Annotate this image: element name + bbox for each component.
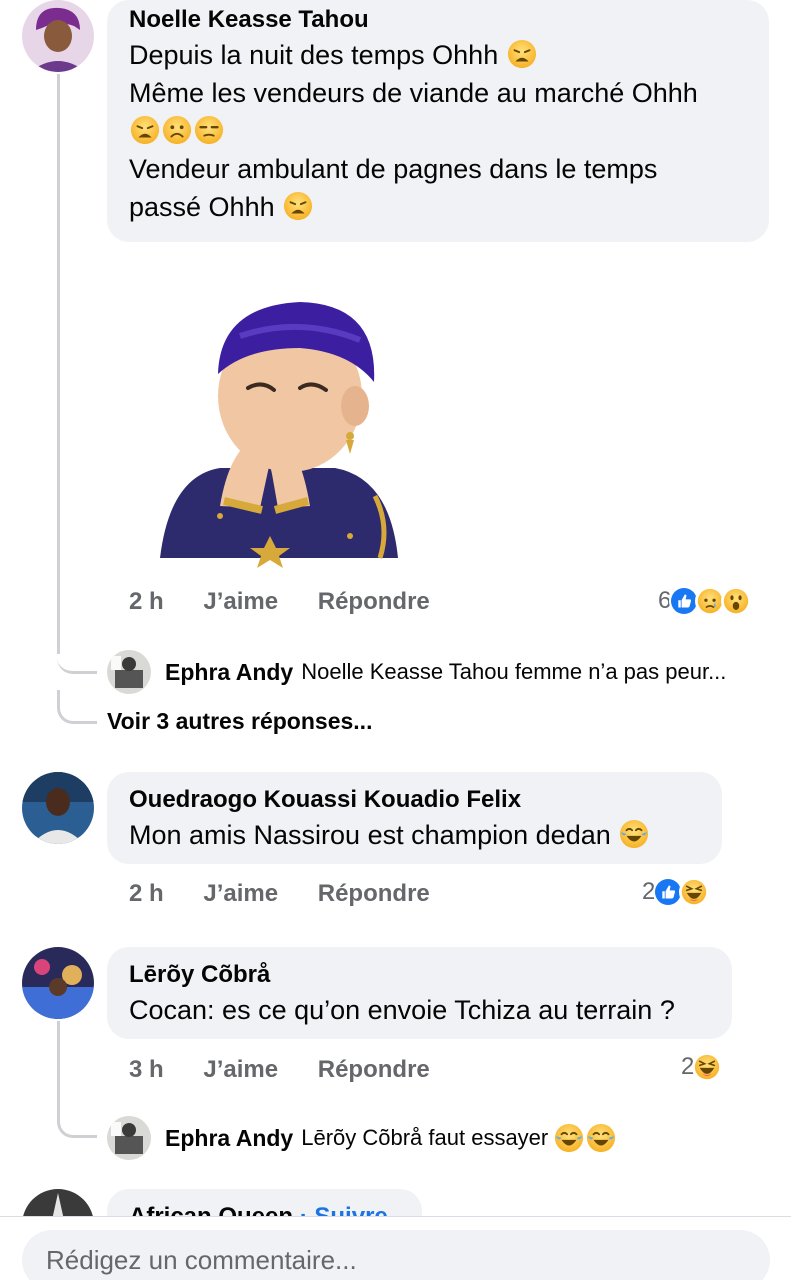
- like-button[interactable]: J’aime: [203, 588, 278, 615]
- thread-line: [57, 74, 60, 654]
- reply-connector: [57, 1104, 97, 1138]
- haha-reaction-icon: [679, 877, 710, 907]
- comment-line: Même les vendeurs de viande au marché Oh…: [129, 78, 698, 108]
- comment-bubble: Ouedraogo Kouassi Kouadio Felix Mon amis…: [107, 772, 722, 864]
- reply-connector: [57, 640, 97, 674]
- comment-actions: 2 h J’aime Répondre: [129, 588, 463, 616]
- reaction-summary[interactable]: 6: [658, 586, 752, 616]
- view-more-replies-link[interactable]: Voir 3 autres réponses...: [107, 708, 372, 735]
- reply-text: Lērõy Cõbrå faut essayer: [301, 1125, 549, 1150]
- avatar[interactable]: [22, 0, 94, 72]
- weary-face-icon: [130, 115, 160, 145]
- comment-line: Depuis la nuit des temps Ohhh: [129, 40, 499, 70]
- comment-author[interactable]: Noelle Keasse Tahou: [129, 4, 747, 36]
- reply-text: Noelle Keasse Tahou femme n’a pas peur..…: [301, 659, 727, 684]
- reply-author[interactable]: Ephra Andy: [165, 1125, 293, 1152]
- haha-reaction-icon: [692, 1052, 723, 1082]
- comment-actions: 2 h J’aime Répondre: [129, 880, 463, 908]
- comment-text: Mon amis Nassirou est champion dedan: [129, 816, 700, 854]
- avatar[interactable]: [107, 650, 151, 694]
- weary-face-icon: [507, 39, 537, 69]
- avatar[interactable]: [107, 1116, 151, 1160]
- reaction-summary[interactable]: 2: [681, 1052, 723, 1082]
- comment-bubble: Noelle Keasse Tahou Depuis la nuit des t…: [107, 0, 769, 242]
- tears-of-joy-icon: [619, 819, 649, 849]
- like-button[interactable]: J’aime: [203, 1056, 278, 1083]
- comment-line: passé Ohhh: [129, 192, 275, 222]
- reply-button[interactable]: Répondre: [318, 588, 430, 615]
- reply-preview[interactable]: Ephra Andy Lērõy Cõbrå faut essayer: [107, 1116, 617, 1160]
- comment-text: Cocan: es ce qu’on envoie Tchiza au terr…: [129, 995, 675, 1025]
- wow-reaction-icon: [721, 586, 752, 616]
- comment-text: Depuis la nuit des temps Ohhh Même les v…: [129, 36, 747, 226]
- laughing-avatar-sticker[interactable]: [150, 296, 405, 571]
- comment-time: 2 h: [129, 880, 164, 907]
- comment-actions: 3 h J’aime Répondre: [129, 1056, 463, 1084]
- comment-time: 3 h: [129, 1056, 164, 1083]
- tears-of-joy-icon: [586, 1123, 616, 1153]
- comment-line: Mon amis Nassirou est champion dedan: [129, 820, 611, 850]
- unamused-face-icon: [194, 115, 224, 145]
- reaction-summary[interactable]: 2: [642, 877, 710, 907]
- reply-button[interactable]: Répondre: [318, 880, 430, 907]
- reply-author[interactable]: Ephra Andy: [165, 659, 293, 686]
- comment-bubble: Lērõy Cõbrå Cocan: es ce qu’on envoie Tc…: [107, 947, 732, 1039]
- avatar[interactable]: [22, 772, 94, 844]
- weary-face-icon: [283, 191, 313, 221]
- comment-input[interactable]: Rédigez un commentaire...: [22, 1230, 770, 1280]
- comment-time: 2 h: [129, 588, 164, 615]
- reply-connector: [57, 690, 97, 724]
- thread-line: [57, 1021, 60, 1111]
- comment-author[interactable]: Lērõy Cõbrå: [129, 959, 710, 991]
- like-button[interactable]: J’aime: [203, 880, 278, 907]
- reply-button[interactable]: Répondre: [318, 1056, 430, 1083]
- comment-author[interactable]: Ouedraogo Kouassi Kouadio Felix: [129, 784, 700, 816]
- frowning-face-icon: [162, 115, 192, 145]
- avatar[interactable]: [22, 947, 94, 1019]
- reply-preview[interactable]: Ephra Andy Noelle Keasse Tahou femme n’a…: [107, 650, 726, 694]
- comment-line: Vendeur ambulant de pagnes dans le temps: [129, 154, 658, 184]
- tears-of-joy-icon: [554, 1123, 584, 1153]
